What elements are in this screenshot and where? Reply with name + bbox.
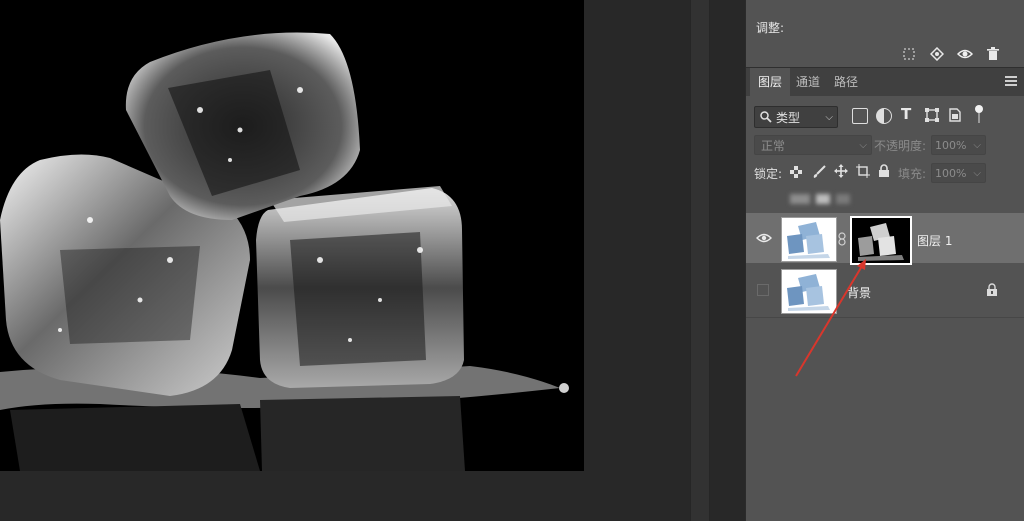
filter-type-icon[interactable]: T: [901, 105, 911, 123]
filter-kind-value: 类型: [776, 110, 801, 125]
trash-icon[interactable]: [984, 45, 1002, 63]
fill-input[interactable]: 100% ⌵: [931, 163, 986, 183]
blurred-area: [746, 190, 866, 208]
selection-marquee-icon[interactable]: [900, 45, 918, 63]
panel-dock-strip: [690, 0, 710, 521]
fill-value: 100%: [935, 166, 967, 180]
layer-row[interactable]: 背景: [746, 266, 1024, 316]
lock-image-pixels-brush-icon[interactable]: [812, 165, 826, 182]
opacity-label: 不透明度:: [874, 139, 927, 153]
blend-row: 正常 ⌵ 不透明度: 100% ⌵: [746, 132, 1024, 158]
canvas-image[interactable]: [0, 0, 584, 471]
panel-menu-icon[interactable]: [1005, 76, 1017, 86]
adjustment-toolbar: [746, 42, 1024, 66]
chevron-down-icon: ⌵: [825, 111, 833, 123]
lock-artboard-icon[interactable]: [856, 164, 870, 181]
layer-name[interactable]: 背景: [847, 284, 871, 301]
layer-thumbnail[interactable]: [781, 217, 837, 262]
filter-pixel-icon[interactable]: [852, 108, 868, 124]
layer-thumbnail[interactable]: [781, 269, 837, 314]
lock-all-icon[interactable]: [878, 164, 890, 181]
layer-row[interactable]: 图层 1: [746, 213, 1024, 265]
lock-row: 锁定: 填充: 100% ⌵: [746, 160, 1024, 184]
lock-label: 锁定:: [754, 167, 783, 181]
blend-mode-value: 正常: [761, 138, 786, 153]
ice-cubes-image: [0, 0, 584, 471]
ice-cubes-thumbnail: [782, 270, 836, 313]
layer-filter-row: 类型 ⌵ T: [746, 96, 1024, 132]
fill-label: 填充:: [898, 167, 927, 181]
panel-tab-bar: 图层 通道 路径: [746, 67, 1024, 96]
visibility-toggle-empty[interactable]: [757, 284, 769, 296]
blend-mode-select[interactable]: 正常 ⌵: [754, 135, 872, 155]
layers-panel: 调整: 图层 通道 路径 类型 ⌵ T 正常 ⌵ 不透明度: 100% ⌵ 锁定…: [745, 0, 1024, 521]
tab-layers[interactable]: 图层: [750, 68, 791, 96]
visibility-eye-icon[interactable]: [756, 232, 772, 244]
divider: [746, 317, 1024, 318]
lock-position-move-icon[interactable]: [834, 164, 848, 181]
ice-cubes-thumbnail: [782, 218, 836, 261]
filter-adjustment-icon[interactable]: [876, 108, 892, 124]
mask-diamond-icon[interactable]: [928, 45, 946, 63]
opacity-value: 100%: [935, 138, 967, 152]
search-icon: [760, 111, 772, 123]
opacity-input[interactable]: 100% ⌵: [931, 135, 986, 155]
chain-link-icon[interactable]: [838, 232, 846, 249]
document-workspace[interactable]: [0, 0, 745, 521]
tab-channels[interactable]: 通道: [788, 68, 828, 96]
chevron-down-icon: ⌵: [973, 139, 981, 151]
layer-mask-thumbnail[interactable]: [850, 216, 912, 265]
visibility-eye-icon[interactable]: [956, 45, 974, 63]
adjustments-area: 调整:: [746, 0, 1024, 43]
chevron-down-icon: ⌵: [973, 167, 981, 179]
filter-toggle-switch[interactable]: [974, 104, 984, 123]
layer-name[interactable]: 图层 1: [917, 232, 952, 249]
tab-paths[interactable]: 路径: [826, 68, 866, 96]
lock-icon: [986, 283, 998, 300]
adjustments-label: 调整:: [756, 21, 785, 35]
chevron-down-icon: ⌵: [859, 139, 867, 151]
filter-smart-object-icon[interactable]: [948, 107, 962, 126]
mask-image: [852, 218, 910, 263]
layers-list: 图层 1 背景: [746, 212, 1024, 317]
lock-transparent-pixels-icon[interactable]: [790, 166, 802, 181]
filter-shape-icon[interactable]: [924, 107, 940, 126]
filter-kind-select[interactable]: 类型 ⌵: [754, 106, 838, 128]
